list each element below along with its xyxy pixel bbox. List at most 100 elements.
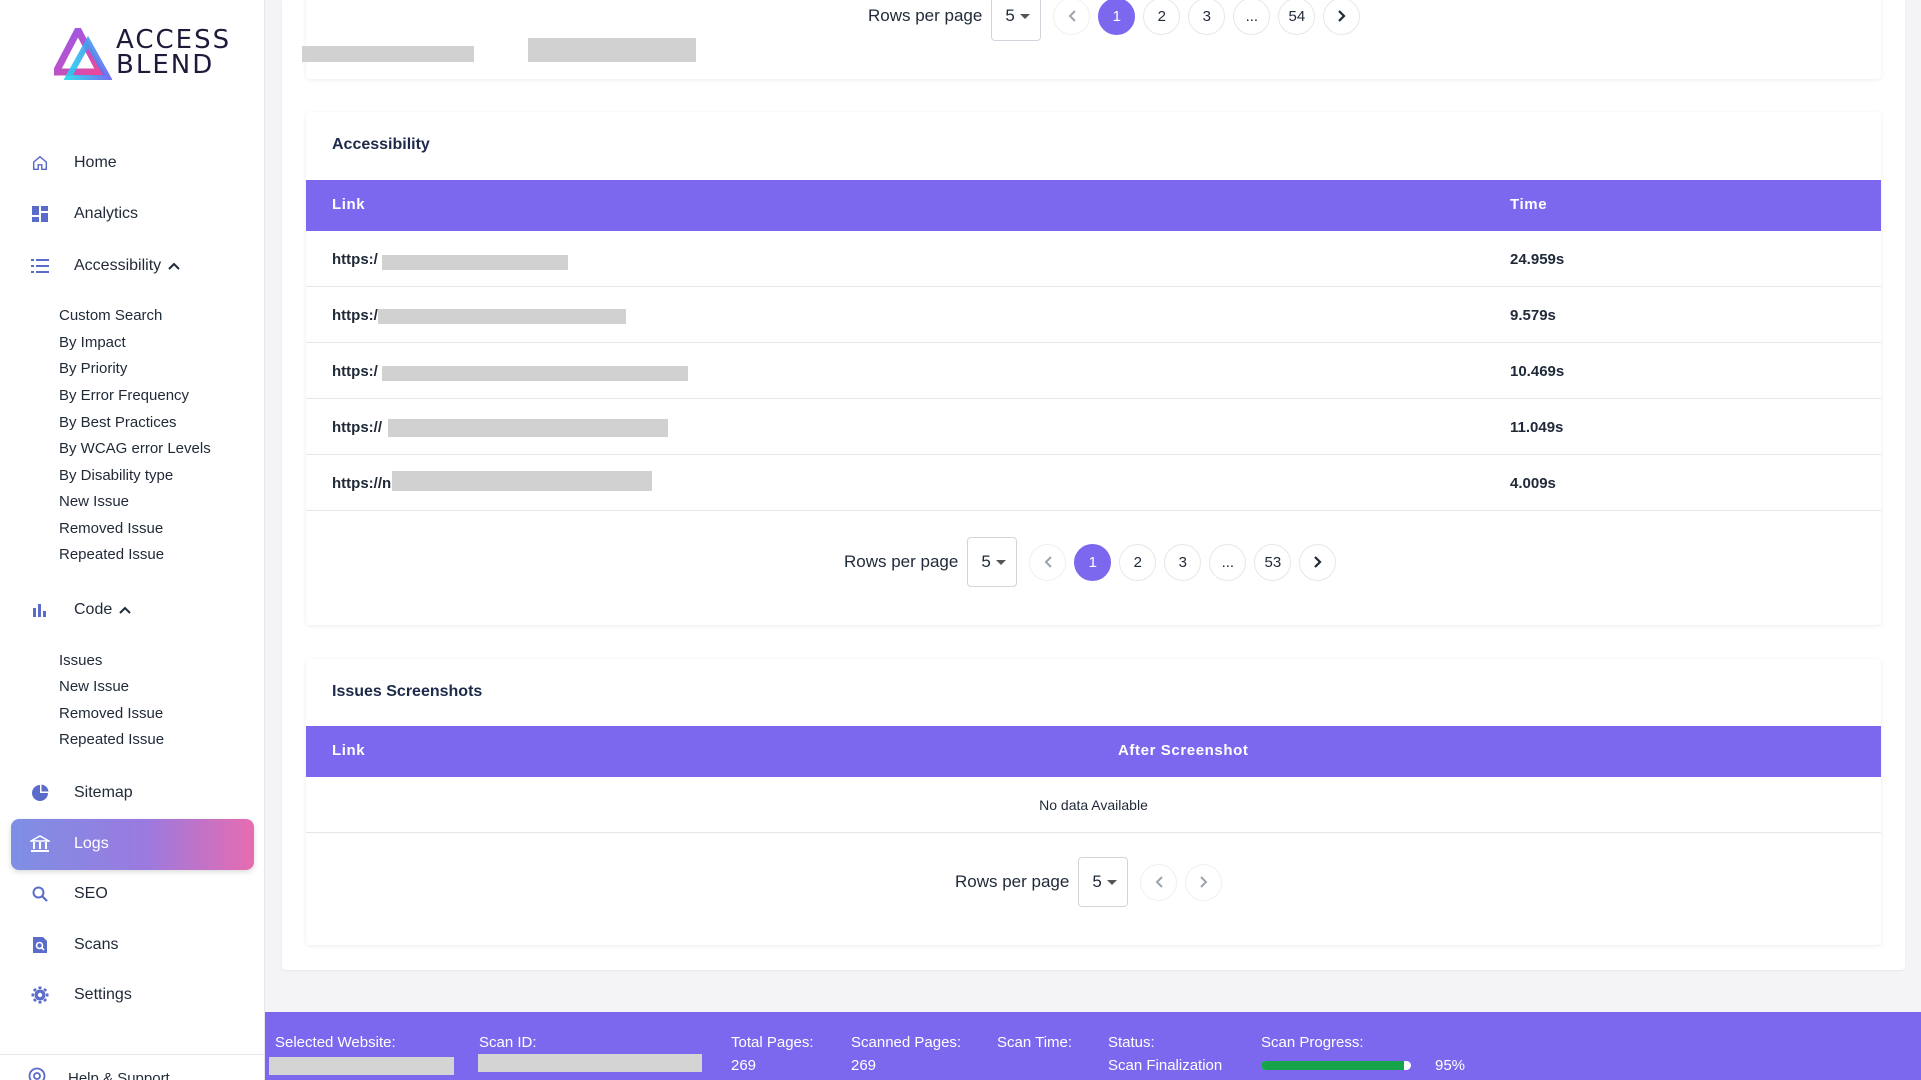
logo-mark-icon — [54, 28, 112, 80]
rows-per-page-label: Rows per page — [868, 6, 983, 25]
caret-down-icon — [996, 560, 1007, 565]
next-page-button[interactable] — [1185, 863, 1223, 901]
brand-logo[interactable]: ACCESS BLEND — [54, 24, 229, 84]
row-link[interactable]: https:/ — [332, 363, 378, 380]
sidebar-item-analytics[interactable]: Analytics — [30, 196, 138, 232]
sidebar-divider — [0, 1054, 265, 1055]
total-pages-value: 269 — [731, 1057, 757, 1074]
column-header-link[interactable]: Link — [332, 742, 365, 759]
rows-per-page-select[interactable]: 5 — [967, 537, 1018, 587]
page-ellipsis[interactable]: ... — [1233, 0, 1271, 35]
sub-item-by-wcag-error-levels[interactable]: By WCAG error Levels — [59, 440, 211, 457]
sub-item-code-removed-issue[interactable]: Removed Issue — [59, 705, 163, 722]
scan-time-label: Scan Time: — [997, 1034, 1073, 1051]
row-link[interactable]: https:// — [332, 419, 382, 436]
sidebar-item-home[interactable]: Home — [30, 145, 117, 181]
page-ellipsis[interactable]: ... — [1209, 543, 1247, 581]
column-header-link[interactable]: Link — [332, 196, 365, 213]
page-button-1[interactable]: 1 — [1074, 543, 1112, 581]
sub-item-code-issues[interactable]: Issues — [59, 652, 102, 669]
sidebar-item-sitemap[interactable]: Sitemap — [30, 775, 133, 811]
column-header-after-screenshot[interactable]: After Screenshot — [1118, 742, 1248, 759]
sidebar-item-logs[interactable]: Logs — [30, 826, 109, 862]
sub-item-code-new-issue[interactable]: New Issue — [59, 678, 129, 695]
sub-item-by-impact[interactable]: By Impact — [59, 334, 126, 351]
scan-status-bar: Selected Website: Scan ID: Total Pages: … — [265, 1012, 1921, 1080]
scan-progress-value: 95% — [1435, 1057, 1466, 1074]
sidebar-item-label: Settings — [74, 986, 132, 1003]
prev-page-button[interactable] — [1140, 863, 1178, 901]
page-button-3[interactable]: 3 — [1164, 543, 1202, 581]
sub-item-code-repeated-issue[interactable]: Repeated Issue — [59, 731, 164, 748]
caret-down-icon — [1107, 880, 1118, 885]
column-header-time[interactable]: Time — [1510, 196, 1547, 213]
sub-item-removed-issue[interactable]: Removed Issue — [59, 520, 163, 537]
help-label: Help & Support — [68, 1069, 170, 1080]
rows-per-page-value: 5 — [1005, 6, 1015, 25]
sub-item-custom-search[interactable]: Custom Search — [59, 307, 162, 324]
sub-item-by-disability-type[interactable]: By Disability type — [59, 467, 173, 484]
main-content: Rows per page 5 1 2 3 ... 54 Accessibili… — [282, 0, 1905, 970]
page-button-last[interactable]: 54 — [1278, 0, 1316, 35]
sidebar-item-accessibility[interactable]: Accessibility — [30, 248, 181, 284]
sidebar-item-label: Logs — [74, 835, 109, 852]
home-icon — [30, 153, 50, 173]
scan-progress-fill — [1261, 1061, 1404, 1070]
prev-page-button[interactable] — [1029, 543, 1067, 581]
row-link[interactable]: https:/ — [332, 251, 378, 268]
page-button-last[interactable]: 53 — [1254, 543, 1292, 581]
redacted-text — [528, 38, 696, 62]
row-time: 4.009s — [1510, 475, 1556, 492]
chevron-up-icon — [118, 605, 132, 615]
page-button-1[interactable]: 1 — [1098, 0, 1136, 35]
sub-item-by-best-practices[interactable]: By Best Practices — [59, 414, 177, 431]
row-link[interactable]: https:/ — [332, 307, 378, 324]
row-link[interactable]: https://n — [332, 475, 391, 492]
redacted-link — [382, 255, 568, 270]
table-header: Link After Screenshot — [306, 726, 1881, 777]
next-page-button[interactable] — [1299, 543, 1337, 581]
screenshots-pagination: Rows per page 5 — [955, 857, 1223, 907]
selected-website-label: Selected Website: — [275, 1034, 396, 1051]
gear-icon — [30, 985, 50, 1005]
redacted-link — [378, 309, 626, 324]
page-button-2[interactable]: 2 — [1143, 0, 1181, 35]
sub-item-new-issue[interactable]: New Issue — [59, 493, 129, 510]
sidebar-item-settings[interactable]: Settings — [30, 977, 132, 1013]
sidebar-item-label: Scans — [74, 936, 119, 953]
brand-line-2: BLEND — [116, 50, 215, 80]
sidebar-item-scans[interactable]: Scans — [30, 927, 118, 963]
rows-per-page-label: Rows per page — [955, 872, 1070, 891]
dashboard-icon — [30, 204, 50, 224]
row-time: 9.579s — [1510, 307, 1556, 324]
sidebar-item-seo[interactable]: SEO — [30, 876, 108, 912]
redacted-scan-id — [478, 1054, 702, 1072]
brand-wordmark: ACCESS BLEND — [116, 27, 231, 80]
sub-item-by-priority[interactable]: By Priority — [59, 360, 127, 377]
list-icon — [30, 256, 50, 276]
redacted-link — [392, 471, 652, 491]
row-time: 24.959s — [1510, 251, 1565, 268]
page-button-2[interactable]: 2 — [1119, 543, 1157, 581]
page-button-3[interactable]: 3 — [1188, 0, 1226, 35]
sub-item-by-error-frequency[interactable]: By Error Frequency — [59, 387, 189, 404]
prev-page-button[interactable] — [1053, 0, 1091, 35]
row-time: 10.469s — [1510, 363, 1565, 380]
rows-per-page-select[interactable]: 5 — [1078, 857, 1129, 907]
sidebar-item-code[interactable]: Code — [30, 592, 132, 628]
status-label: Status: — [1108, 1034, 1155, 1051]
chevron-right-icon — [1200, 876, 1208, 888]
sub-item-repeated-issue[interactable]: Repeated Issue — [59, 546, 164, 563]
sidebar-item-label: Sitemap — [74, 784, 133, 801]
sidebar-item-label: Code — [74, 601, 113, 618]
help-and-support-link[interactable]: Help & Support — [28, 1067, 170, 1080]
sidebar-item-label: Accessibility — [74, 257, 162, 274]
chevron-up-icon — [167, 261, 181, 271]
rows-per-page-select[interactable]: 5 — [991, 0, 1042, 41]
sidebar-item-label: Home — [74, 154, 117, 171]
next-page-button[interactable] — [1323, 0, 1361, 35]
sidebar: ACCESS BLEND Home Analytics Accessibilit… — [0, 0, 265, 1080]
accessibility-pagination: Rows per page 5 1 2 3 ... 53 — [844, 537, 1337, 587]
top-pagination: Rows per page 5 1 2 3 ... 54 — [868, 0, 1361, 41]
chevron-left-icon — [1155, 876, 1163, 888]
